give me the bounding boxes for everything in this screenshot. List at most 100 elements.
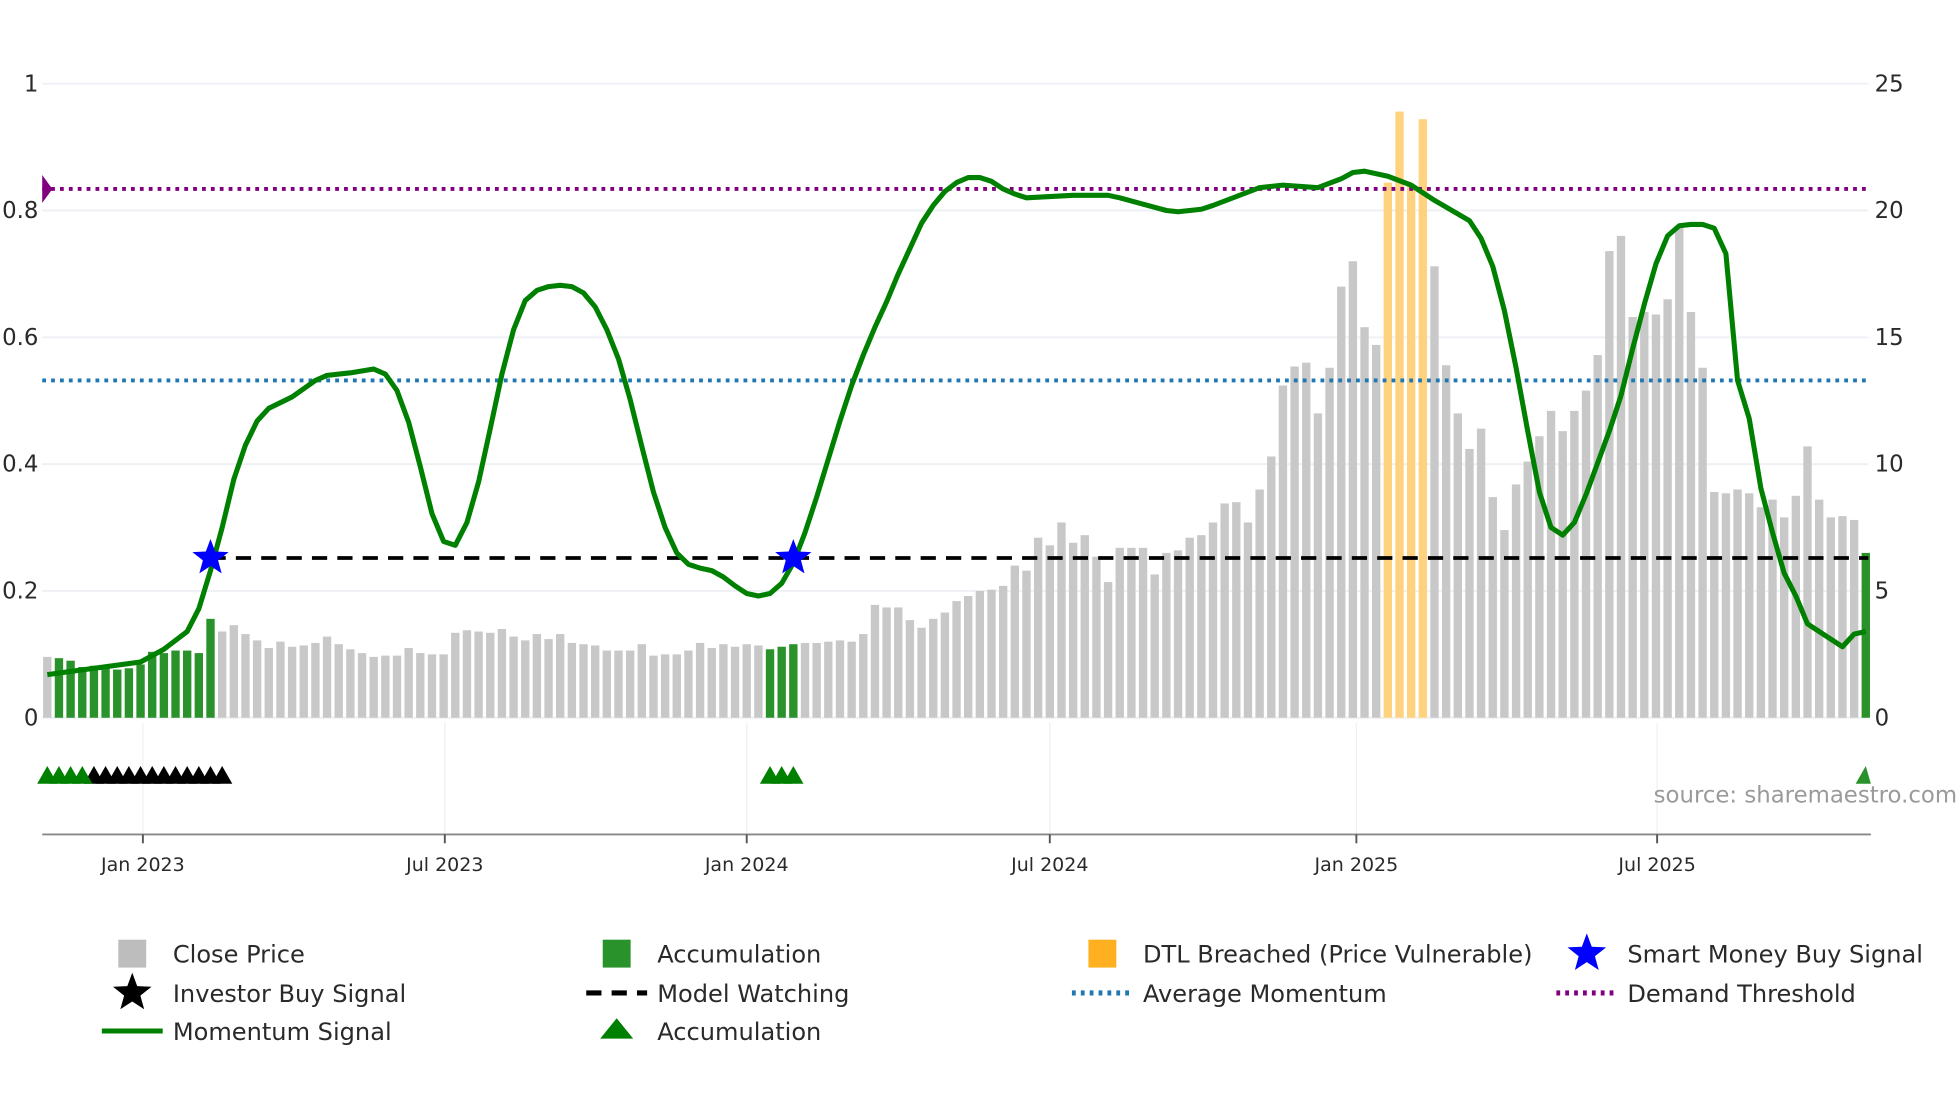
legend-label: Smart Money Buy Signal	[1627, 941, 1923, 969]
accumulation-bar	[148, 651, 157, 718]
close-price-bar	[229, 625, 238, 718]
close-price-bar	[474, 631, 483, 718]
x-axis-tick: Jul 2025	[1617, 854, 1695, 876]
close-price-bar	[521, 640, 530, 718]
close-price-bar	[1045, 545, 1054, 718]
close-price-bar	[1803, 446, 1812, 718]
close-price-bar	[462, 630, 472, 718]
close-price-bar	[276, 641, 285, 718]
accumulation-bar	[54, 658, 64, 718]
close-price-bar	[1593, 355, 1602, 718]
close-price-bar	[1162, 552, 1171, 718]
right-axis-tick: 15	[1875, 325, 1904, 351]
accumulation-bar	[124, 668, 134, 718]
x-axis-tick: Jan 2025	[1313, 854, 1398, 876]
close-price-bar	[1302, 362, 1311, 718]
close-price-bar	[311, 642, 320, 718]
accumulation-bar	[78, 667, 87, 718]
x-axis-tick: Jul 2023	[405, 854, 483, 876]
close-price-bar	[1745, 493, 1754, 718]
dtl-breached-bar	[1418, 119, 1428, 718]
close-price-bar	[1511, 484, 1521, 718]
legend-label: Investor Buy Signal	[173, 980, 406, 1008]
accumulation-bar	[101, 665, 110, 718]
close-price-bar	[812, 642, 821, 718]
close-price-bar	[1488, 497, 1497, 718]
accumulation-bar	[777, 646, 786, 718]
legend-label: DTL Breached (Price Vulnerable)	[1143, 941, 1533, 969]
close-price-bar	[637, 644, 646, 718]
close-price-bar	[1080, 535, 1089, 718]
close-price-bar	[217, 631, 227, 718]
momentum-line-layer	[46, 168, 1867, 678]
close-price-bar	[1640, 311, 1649, 718]
close-price-bar	[346, 649, 355, 718]
close-price-bar	[824, 641, 833, 718]
close-price-bar	[1337, 286, 1346, 718]
close-price-bar	[1068, 542, 1078, 718]
close-price-bar	[614, 650, 623, 718]
close-price-bar	[1138, 547, 1148, 718]
close-price-bar	[369, 656, 378, 718]
dtl-breached-bar	[1406, 185, 1416, 718]
close-price-bar	[567, 642, 577, 718]
gray-square-icon	[118, 939, 147, 968]
demand-threshold-marker	[42, 175, 53, 203]
blue-star-icon	[1567, 933, 1607, 970]
dtl-breached-bar	[1383, 182, 1393, 718]
triangle-icon	[600, 1018, 634, 1039]
momentum-price-chart: 00.20.40.60.810510152025Jan 2023 Jul 2023…	[2, 71, 1957, 1046]
close-price-bar	[1348, 261, 1358, 718]
legend: Close Price Accumulation DTL Breached (Pri…	[101, 933, 1923, 1046]
close-price-bar	[1127, 547, 1136, 718]
close-price-bar	[334, 644, 343, 718]
x-axis-tick: Jan 2023	[100, 854, 185, 876]
close-price-bar	[1290, 366, 1299, 718]
close-price-bar	[975, 590, 985, 718]
accumulation-bar	[765, 649, 775, 718]
right-axis-tick: 0	[1875, 705, 1890, 731]
close-price-bar	[1849, 519, 1859, 718]
close-price-bar	[392, 655, 402, 718]
close-price-bar	[602, 650, 612, 718]
close-price-bar	[1057, 522, 1066, 718]
close-price-bar	[416, 653, 425, 718]
close-price-bar	[929, 618, 938, 718]
close-price-bar	[1313, 413, 1323, 718]
close-price-bar	[1022, 570, 1031, 718]
close-price-bar	[695, 642, 705, 718]
close-price-bar	[1255, 489, 1264, 718]
orange-square-icon	[1088, 939, 1117, 968]
close-price-bar	[1605, 251, 1614, 718]
close-price-bar	[870, 604, 880, 718]
close-price-bar	[287, 646, 297, 718]
legend-label: Average Momentum	[1143, 980, 1387, 1008]
close-price-bar	[1197, 535, 1206, 718]
close-price-bar	[1243, 522, 1253, 718]
close-price-bar	[1115, 547, 1124, 718]
accumulation-bar	[182, 650, 192, 718]
close-price-bar	[299, 645, 308, 718]
close-price-bar	[532, 634, 542, 718]
close-price-bar	[1721, 493, 1731, 718]
close-price-bar	[1372, 344, 1381, 718]
right-axis-tick: 5	[1875, 579, 1890, 605]
close-price-bar	[1360, 327, 1369, 718]
accumulation-bar	[171, 650, 180, 718]
close-price-bar	[1663, 299, 1672, 718]
close-price-bar	[381, 655, 390, 718]
close-price-bar	[241, 634, 250, 718]
close-price-bar	[1838, 516, 1847, 718]
close-price-bar	[987, 589, 996, 718]
accumulation-bar	[113, 669, 122, 718]
close-price-bar	[707, 648, 716, 718]
close-price-bar	[800, 642, 810, 718]
right-axis-tick: 20	[1875, 198, 1904, 224]
close-price-bar	[579, 644, 588, 718]
close-price-bar	[1523, 461, 1532, 718]
source-label: source: sharemaestro.com	[1654, 783, 1957, 809]
close-price-bar	[1570, 410, 1579, 718]
close-price-bar	[859, 634, 868, 718]
close-price-bar	[1010, 565, 1020, 718]
close-price-bar	[1581, 390, 1591, 718]
